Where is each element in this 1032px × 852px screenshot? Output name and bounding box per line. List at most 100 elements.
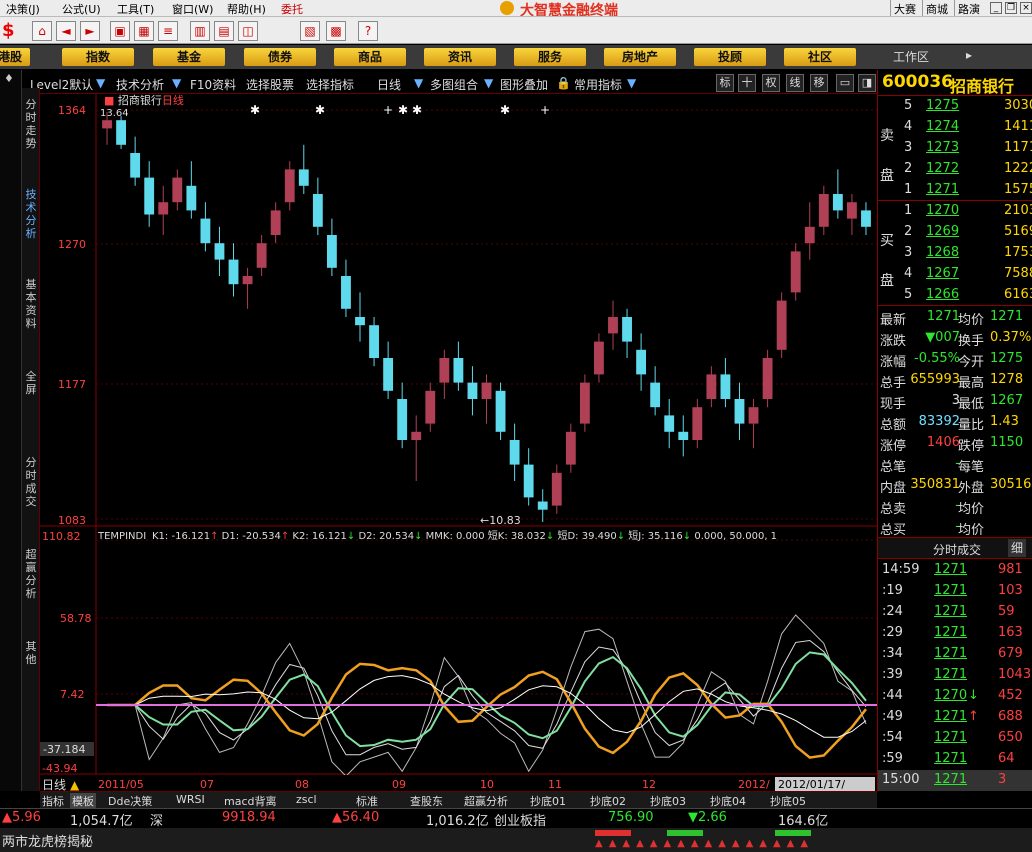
tech-analysis-menu[interactable]: 技术分析 [116, 76, 164, 93]
indicator-tab[interactable]: 查股东 [410, 793, 443, 809]
grid-icon[interactable]: ▦ [134, 21, 154, 41]
mall-link[interactable]: 商城 [922, 0, 951, 16]
help-cursor-icon[interactable]: ? [358, 21, 378, 41]
side-tab-trades[interactable]: 分时成交 [24, 456, 38, 526]
book-row[interactable]: 3126817532 [878, 243, 1032, 264]
chart-icon[interactable]: ▥ [190, 21, 210, 41]
dollar-icon[interactable]: $ [2, 20, 15, 41]
menu-formula[interactable]: 公式(U) [62, 1, 101, 16]
book-row[interactable]: 212721222 [878, 159, 1032, 180]
book-row[interactable]: 512753030 [878, 96, 1032, 117]
cat-fund[interactable]: 基金 [153, 48, 225, 66]
indicator-tab[interactable]: 标准 [356, 793, 378, 809]
status-message[interactable]: 两市龙虎榜揭秘 [2, 831, 93, 850]
common-indicator-select[interactable]: 常用指标 [574, 76, 622, 93]
event-marker[interactable]: + [540, 103, 550, 117]
indicator-tab[interactable]: 模板 [70, 793, 96, 809]
news-icon[interactable]: ▧ [300, 21, 320, 41]
cat-commodity[interactable]: 商品 [334, 48, 406, 66]
entrust-link[interactable]: 委托 [281, 1, 303, 16]
move-button[interactable]: 移 [810, 74, 828, 92]
menu-tools[interactable]: 工具(T) [117, 1, 154, 16]
book-row[interactable]: 212695169 [878, 222, 1032, 243]
side-tab-fullscreen[interactable]: 全屏 [24, 370, 38, 400]
indicator-tab[interactable]: 抄底04 [710, 793, 746, 809]
menu-help[interactable]: 帮助(H) [227, 1, 266, 16]
period-up-icon[interactable]: ▲ [70, 778, 80, 791]
indicator-tab[interactable]: 指标 [42, 793, 64, 809]
roadshow-link[interactable]: 路演 [954, 0, 983, 16]
book-row[interactable]: 112711575 [878, 180, 1032, 201]
event-marker[interactable]: ✱ [398, 103, 408, 117]
f10-button[interactable]: F10资料 [190, 76, 236, 93]
book-row[interactable]: 112702103 [878, 201, 1032, 222]
indicator-tab[interactable]: WRSI [176, 793, 205, 806]
restore-icon[interactable]: ❐ [1005, 2, 1017, 14]
cat-hk[interactable]: 港股 [0, 48, 30, 66]
rights-button[interactable]: 权 [762, 74, 780, 92]
event-marker[interactable]: ✱ [250, 103, 260, 117]
ticker-market-gem[interactable]: 创业板指 [494, 810, 546, 829]
event-marker[interactable]: + [383, 103, 393, 117]
graph-icon[interactable]: ◫ [238, 21, 258, 41]
ticks-detail-tab[interactable]: 细 [1008, 539, 1026, 557]
collapse-icon[interactable]: ◨ [858, 74, 876, 92]
close-icon[interactable]: × [1020, 2, 1032, 14]
book-row[interactable]: 512666163 [878, 285, 1032, 306]
tech-arrow-icon[interactable]: ▼ [172, 76, 181, 90]
work-area-label[interactable]: 工作区 [893, 48, 929, 65]
window-toggle-icon[interactable]: ▭ [836, 74, 854, 92]
level2-arrow-icon[interactable]: ▼ [96, 76, 105, 90]
cat-realestate[interactable]: 房地产 [604, 48, 676, 66]
ticker-market-sz[interactable]: 深 [150, 810, 163, 829]
period-select[interactable]: 日线 [377, 76, 401, 93]
menu-window[interactable]: 窗口(W) [172, 1, 213, 16]
cat-community[interactable]: 社区 [784, 48, 856, 66]
select-indicator-button[interactable]: 选择指标 [306, 76, 354, 93]
indicator-tab[interactable]: 抄底05 [770, 793, 806, 809]
event-marker[interactable]: ✱ [315, 103, 325, 117]
indicator-tab[interactable]: macd背离 [224, 793, 277, 809]
event-marker[interactable]: ✱ [412, 103, 422, 117]
period-arrow-icon[interactable]: ▼ [414, 76, 423, 90]
line-button[interactable]: 线 [786, 74, 804, 92]
contest-link[interactable]: 大赛 [890, 0, 919, 16]
pin-icon[interactable]: ♦ [4, 72, 14, 85]
side-tab-timeshare[interactable]: 分时走势 [24, 98, 38, 168]
book-row[interactable]: 312731171 [878, 138, 1032, 159]
lock-icon[interactable]: 🔒 [556, 76, 571, 90]
side-tab-fundamentals[interactable]: 基本资料 [24, 278, 38, 348]
cat-bond[interactable]: 债券 [244, 48, 316, 66]
menu-decision[interactable]: 决策(J) [6, 1, 40, 16]
list-icon[interactable]: ≡ [158, 21, 178, 41]
home-icon[interactable]: ⌂ [32, 21, 52, 41]
multi-chart-select[interactable]: 多图组合 [430, 76, 478, 93]
table-icon[interactable]: ▤ [214, 21, 234, 41]
side-tab-technical[interactable]: 技术分析 [24, 188, 38, 258]
window-icon[interactable]: ▣ [110, 21, 130, 41]
indicator-tab[interactable]: 抄底01 [530, 793, 566, 809]
common-arrow-icon[interactable]: ▼ [627, 76, 636, 90]
select-stock-button[interactable]: 选择股票 [246, 76, 294, 93]
indicator-tab[interactable]: zscl [296, 793, 317, 806]
overlay-button[interactable]: 图形叠加 [500, 76, 548, 93]
forward-icon[interactable]: ► [80, 21, 100, 41]
side-tab-other[interactable]: 其他 [24, 640, 38, 670]
cat-advisor[interactable]: 投顾 [694, 48, 766, 66]
ticks-tab[interactable]: 分时成交 [933, 541, 981, 558]
indicator-tab[interactable]: 抄底03 [650, 793, 686, 809]
side-tab-super[interactable]: 超赢分析 [24, 548, 38, 618]
book-row[interactable]: 412741411 [878, 117, 1032, 138]
crosshair-button[interactable]: 十 [738, 74, 756, 92]
multi-arrow-icon[interactable]: ▼ [484, 76, 493, 90]
indicator-tab[interactable]: 抄底02 [590, 793, 626, 809]
book-row[interactable]: 412677588 [878, 264, 1032, 285]
work-area-arrow-icon[interactable]: ▸ [966, 48, 972, 62]
indicator-tab[interactable]: 超赢分析 [464, 793, 508, 809]
indicator-tab[interactable]: Dde决策 [108, 793, 152, 809]
minimize-icon[interactable]: _ [990, 2, 1002, 14]
books-icon[interactable]: ▩ [326, 21, 346, 41]
cat-service[interactable]: 服务 [514, 48, 586, 66]
event-marker[interactable]: ✱ [500, 103, 510, 117]
cat-info[interactable]: 资讯 [424, 48, 496, 66]
